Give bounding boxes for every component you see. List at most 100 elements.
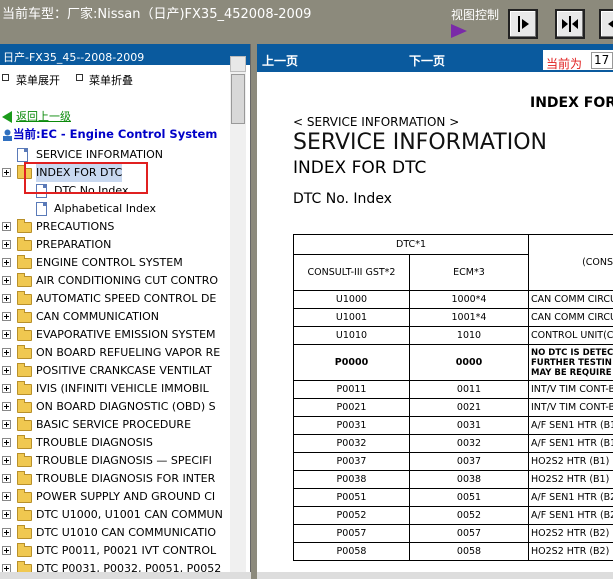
tree-item-label: DTC U1000, U1001 CAN COMMUN	[36, 508, 223, 521]
left-scrollbar[interactable]	[230, 56, 246, 579]
expand-node-icon[interactable]	[2, 366, 11, 375]
tree-item[interactable]: CAN COMMUNICATION	[0, 308, 230, 326]
expand-node-icon[interactable]	[2, 528, 11, 537]
tree-item[interactable]: POWER SUPPLY AND GROUND CI	[0, 488, 230, 506]
consult-gst-header: CONSULT-III GST*2	[293, 254, 410, 291]
view-expand-right-button[interactable]	[508, 9, 538, 39]
expand-node-icon[interactable]	[2, 168, 11, 177]
tree-item-label: BASIC SERVICE PROCEDURE	[36, 418, 192, 431]
tree-item[interactable]: TROUBLE DIAGNOSIS	[0, 434, 230, 452]
left-hscrollbar[interactable]	[0, 572, 251, 579]
folder-icon	[17, 327, 32, 341]
expand-node-icon[interactable]	[2, 402, 11, 411]
description-cell: A/F SEN1 HTR (B2	[528, 488, 613, 507]
description-cell: NO DTC IS DETEC FURTHER TESTIN MAY BE RE…	[528, 344, 613, 381]
expand-node-icon[interactable]	[2, 330, 11, 339]
tree-item[interactable]: Alphabetical Index	[0, 200, 230, 218]
expand-node-icon[interactable]	[2, 384, 11, 393]
tree-item[interactable]: ON BOARD DIAGNOSTIC (OBD) S	[0, 398, 230, 416]
expand-node-icon[interactable]	[2, 348, 11, 357]
subsection-title: DTC No. Index	[293, 191, 392, 207]
tree-item[interactable]: AIR CONDITIONING CUT CONTRO	[0, 272, 230, 290]
tree-item-label: Alphabetical Index	[54, 202, 157, 215]
tree-item-label: TROUBLE DIAGNOSIS — SPECIFI	[36, 454, 212, 467]
expand-node-icon[interactable]	[2, 276, 11, 285]
tree-item[interactable]: DTC U1000, U1001 CAN COMMUN	[0, 506, 230, 524]
tree-item[interactable]: TROUBLE DIAGNOSIS — SPECIFI	[0, 452, 230, 470]
ecm-code-cell: 0000	[409, 344, 529, 381]
scroll-thumb[interactable]	[231, 74, 245, 124]
description-cell: CONTROL UNIT(CA	[528, 326, 613, 345]
folder-icon	[17, 237, 32, 251]
tree-item[interactable]: DTC P0011, P0021 IVT CONTROL	[0, 542, 230, 560]
top-bar: 当前车型：厂家:Nissan（日产)FX35_452008-2009 视图控制	[0, 0, 613, 44]
next-page-button[interactable]: 下一页	[409, 52, 445, 69]
table-row: U1010 1010 CONTROL UNIT(CA	[293, 326, 613, 345]
tree-item[interactable]: BASIC SERVICE PROCEDURE	[0, 416, 230, 434]
expand-node-icon[interactable]	[2, 456, 11, 465]
table-row: U1001 1001*4 CAN COMM CIRCU	[293, 308, 613, 327]
description-cell: A/F SEN1 HTR (B1	[528, 434, 613, 453]
folder-icon	[17, 507, 32, 521]
expand-node-icon[interactable]	[2, 258, 11, 267]
tree-item[interactable]: TROUBLE DIAGNOSIS FOR INTER	[0, 470, 230, 488]
tree-item-label: IVIS (INFINITI VEHICLE IMMOBIL	[36, 382, 209, 395]
description-cell: HO2S2 HTR (B1)	[528, 470, 613, 489]
expand-node-icon[interactable]	[2, 240, 11, 249]
consult-code-cell: P0011	[293, 380, 410, 399]
consult-code-cell: U1001	[293, 308, 410, 327]
tree-item-label: ON BOARD REFUELING VAPOR RE	[36, 346, 221, 359]
table-row: P0057 0057 HO2S2 HTR (B2)	[293, 524, 613, 543]
scroll-up-button[interactable]	[230, 56, 246, 72]
expand-node-icon[interactable]	[2, 510, 11, 519]
arrow-left-bar-icon	[608, 20, 613, 28]
folder-icon	[17, 471, 32, 485]
tree-item[interactable]: ENGINE CONTROL SYSTEM	[0, 254, 230, 272]
tree-item-label: POWER SUPPLY AND GROUND CI	[36, 490, 216, 503]
view-split-button[interactable]	[555, 9, 585, 39]
tree-item[interactable]: ON BOARD REFUELING VAPOR RE	[0, 344, 230, 362]
tree-item[interactable]: AUTOMATIC SPEED CONTROL DE	[0, 290, 230, 308]
consult-code-cell: P0000	[293, 344, 410, 381]
expand-node-icon[interactable]	[2, 222, 11, 231]
expand-node-icon[interactable]	[2, 438, 11, 447]
description-cell: A/F SEN1 HTR (B2	[528, 506, 613, 525]
table-row: P0000 0000 NO DTC IS DETEC FURTHER TESTIN …	[293, 344, 613, 381]
ecm-header: ECM*3	[409, 254, 529, 291]
description-cell: CAN COMM CIRCU	[528, 290, 613, 309]
right-hscrollbar[interactable]	[257, 572, 613, 579]
expand-node-icon[interactable]	[2, 312, 11, 321]
expand-node-icon[interactable]	[2, 546, 11, 555]
table-row: P0051 0051 A/F SEN1 HTR (B2	[293, 488, 613, 507]
table-row: U1000 1000*4 CAN COMM CIRCU	[293, 290, 613, 309]
tree-item[interactable]: PRECAUTIONS	[0, 218, 230, 236]
expand-node-icon[interactable]	[2, 474, 11, 483]
current-page-box: 当前为 17	[543, 50, 613, 71]
tree-item[interactable]: IVIS (INFINITI VEHICLE IMMOBIL	[0, 380, 230, 398]
folder-icon	[17, 543, 32, 557]
expand-node-icon[interactable]	[2, 294, 11, 303]
section-breadcrumb: < SERVICE INFORMATION >	[293, 115, 460, 129]
folder-icon	[17, 525, 32, 539]
description-cell: CAN COMM CIRCU	[528, 308, 613, 327]
description-cell: HO2S2 HTR (B2)	[528, 524, 613, 543]
tree-item[interactable]: PREPARATION	[0, 236, 230, 254]
tree-item[interactable]: DTC U1010 CAN COMMUNICATIO	[0, 524, 230, 542]
tree-item[interactable]: POSITIVE CRANKCASE VENTILAT	[0, 362, 230, 380]
consult-code-cell: P0031	[293, 416, 410, 435]
description-cell: HO2S2 HTR (B2)	[528, 542, 613, 561]
expand-node-icon[interactable]	[2, 420, 11, 429]
folder-icon	[17, 255, 32, 269]
prev-page-button[interactable]: 上一页	[262, 52, 298, 69]
dtc-header: DTC*1	[293, 234, 529, 255]
tree-item-label: AUTOMATIC SPEED CONTROL DE	[36, 292, 217, 305]
page-number-input[interactable]: 17	[591, 52, 613, 69]
ecm-code-cell: 0032	[409, 434, 529, 453]
consult-code-cell: U1010	[293, 326, 410, 345]
table-row: P0031 0031 A/F SEN1 HTR (B1	[293, 416, 613, 435]
table-row: P0032 0032 A/F SEN1 HTR (B1	[293, 434, 613, 453]
view-expand-left-button[interactable]	[599, 9, 613, 39]
tree-item[interactable]: EVAPORATIVE EMISSION SYSTEM	[0, 326, 230, 344]
expand-node-icon[interactable]	[2, 492, 11, 501]
ecm-code-cell: 1010	[409, 326, 529, 345]
